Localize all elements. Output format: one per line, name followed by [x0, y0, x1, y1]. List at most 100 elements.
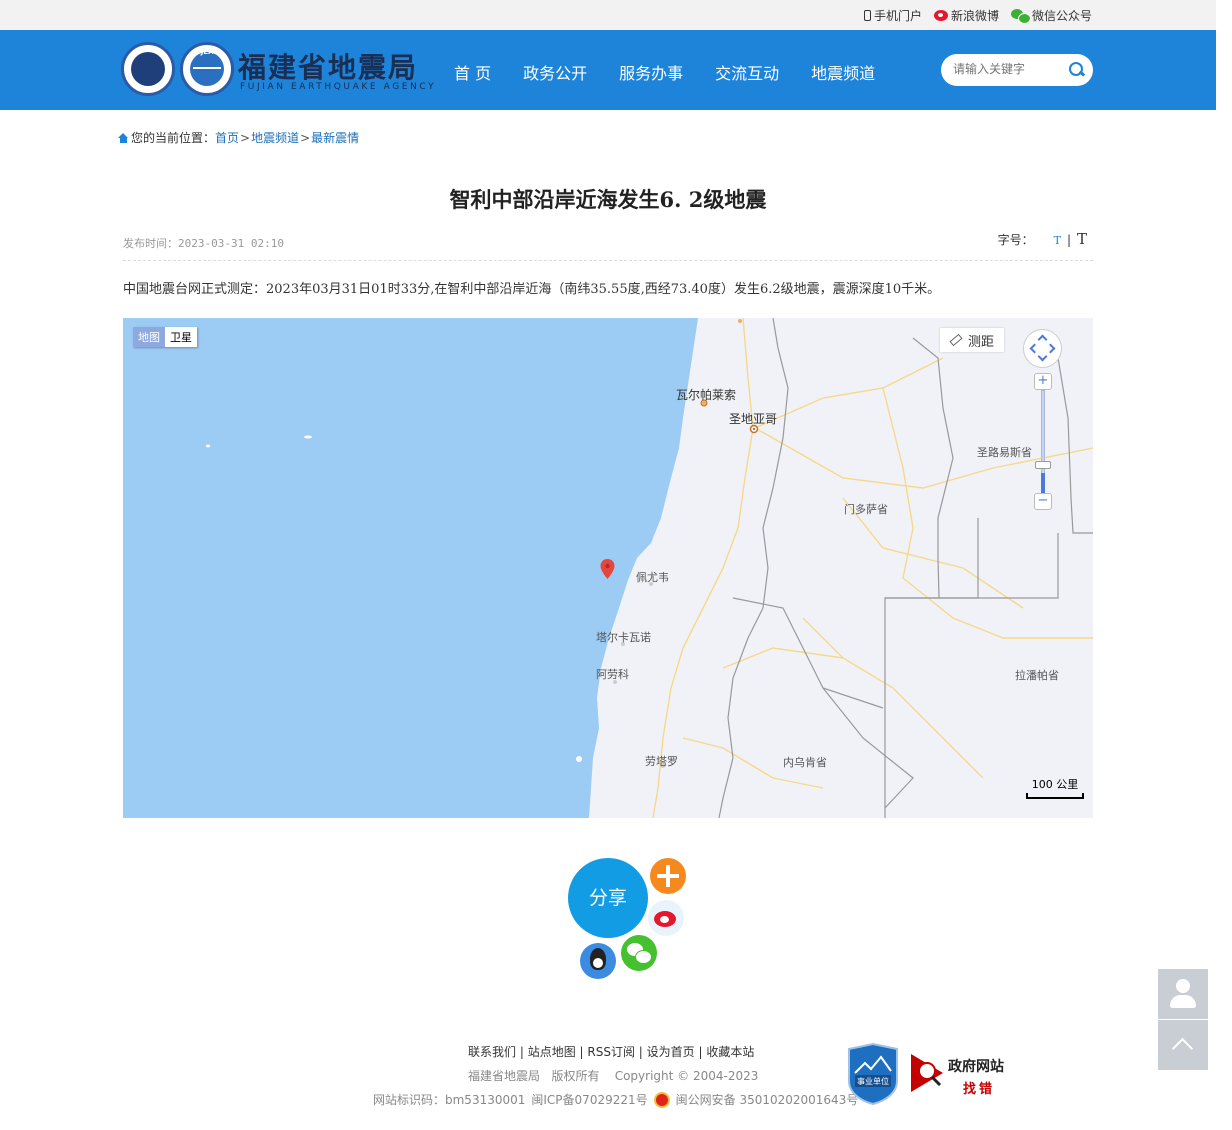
- measure-button[interactable]: 测距: [940, 328, 1004, 352]
- search-icon[interactable]: [1069, 62, 1083, 76]
- label-la-pampa: 拉潘帕省: [1015, 669, 1059, 682]
- map-scale: 100 公里: [1026, 776, 1084, 799]
- mobile-portal-label: 手机门户: [873, 9, 922, 23]
- font-big-button[interactable]: T: [1077, 230, 1087, 248]
- phone-icon: [863, 10, 871, 21]
- public-institution-badge[interactable]: 事业单位: [847, 1043, 899, 1105]
- pan-left-icon[interactable]: [1029, 343, 1040, 354]
- label-san-luis: 圣路易斯省: [977, 446, 1032, 459]
- breadcrumb-latest-quakes[interactable]: 最新震情: [311, 129, 359, 146]
- footer-links: 联系我们 | 站点地图 | RSS订阅 | 设为首页 | 收藏本站: [468, 1045, 755, 1059]
- mobile-portal-link[interactable]: 手机门户: [863, 7, 922, 24]
- wechat-label: 微信公众号: [1031, 9, 1092, 23]
- pan-control[interactable]: [1023, 329, 1062, 368]
- article-body: 中国地震台网正式测定：2023年03月31日01时33分,在智利中部沿岸近海（南…: [123, 282, 941, 297]
- weibo-label: 新浪微博: [950, 9, 999, 23]
- article-title: 智利中部沿岸近海发生6. 2级地震: [449, 187, 767, 212]
- police-badge-icon: [653, 1091, 670, 1108]
- share-more-icon[interactable]: [650, 858, 686, 894]
- gov-title: 政府网站: [948, 1059, 1004, 1075]
- map-type-satellite[interactable]: 卫星: [165, 327, 197, 347]
- seal-inner: [190, 52, 224, 86]
- zoom-control: + −: [1034, 373, 1052, 513]
- nav-government-affairs[interactable]: 政务公开: [523, 60, 587, 84]
- pan-up-icon[interactable]: [1037, 334, 1048, 345]
- label-pelluhue: 佩尤韦: [636, 571, 669, 584]
- label-mendoza: 门多萨省: [844, 503, 888, 516]
- label-santiago: 圣地亚哥: [729, 412, 778, 426]
- zoom-slider-handle[interactable]: [1035, 461, 1051, 469]
- measure-label: 测距: [968, 334, 995, 350]
- home-icon: [118, 132, 129, 143]
- fjea-badge-text: FJEA: [196, 48, 214, 56]
- gov-error-report-badge[interactable]: 政府网站 找错: [911, 1052, 1011, 1097]
- share-wechat-icon[interactable]: [621, 935, 657, 971]
- share-qq-icon[interactable]: [580, 943, 616, 979]
- seismic-wave-icon: [193, 67, 221, 69]
- search-input[interactable]: [953, 62, 1063, 76]
- footer-link-set-home[interactable]: 设为首页: [647, 1045, 695, 1059]
- publish-date: 发布时间：2023-03-31 02:10: [123, 237, 284, 250]
- site-id: 网站标识码：bm53130001: [373, 1093, 526, 1107]
- breadcrumb-prefix: 您的当前位置：: [131, 131, 216, 145]
- label-neuquen: 内乌肯省: [783, 756, 827, 769]
- footer-registration: 网站标识码：bm53130001 闽ICP备07029221号 闽公网安备 35…: [373, 1091, 858, 1108]
- main-nav: 首 页 政务公开 服务办事 交流互动 地震频道: [454, 60, 907, 84]
- nav-home[interactable]: 首 页: [454, 60, 491, 84]
- nav-earthquake-channel[interactable]: 地震频道: [811, 60, 875, 84]
- fjea-seal-logo[interactable]: FJEA: [180, 42, 234, 96]
- font-size-control: 字号： T | T: [998, 230, 1087, 248]
- share-button[interactable]: 分享: [568, 858, 648, 938]
- zoom-in-button[interactable]: +: [1034, 373, 1052, 390]
- epicenter-marker-icon[interactable]: [600, 559, 615, 579]
- emblem-inner: [131, 52, 165, 86]
- breadcrumb-separator: >: [240, 130, 251, 145]
- breadcrumb-home[interactable]: 首页: [215, 129, 239, 146]
- user-icon[interactable]: [1158, 969, 1208, 1019]
- pan-right-icon[interactable]: [1045, 343, 1056, 354]
- gov-sub: 找错: [963, 1082, 996, 1097]
- footer-copyright: 福建省地震局 版权所有 Copyright © 2004-2023: [468, 1069, 759, 1083]
- breadcrumb: 您的当前位置： 首页 > 地震频道 > 最新震情: [118, 129, 359, 146]
- weibo-icon: [933, 10, 948, 21]
- article-meta: 发布时间：2023-03-31 02:10 字号： T | T: [123, 230, 1093, 261]
- nav-interaction[interactable]: 交流互动: [715, 60, 779, 84]
- pan-down-icon[interactable]: [1037, 351, 1048, 362]
- search-box: [941, 54, 1093, 86]
- share-weibo-icon[interactable]: [648, 900, 684, 936]
- earthquake-map[interactable]: 瓦尔帕莱索 圣地亚哥 圣路易斯省 门多萨省 佩尤韦 塔尔卡瓦诺 阿劳科 劳塔罗 …: [123, 318, 1093, 818]
- label-lautaro: 劳塔罗: [645, 755, 678, 768]
- breadcrumb-separator: >: [300, 130, 311, 145]
- label-valparaiso: 瓦尔帕莱索: [676, 388, 737, 402]
- footer-link-contact[interactable]: 联系我们: [468, 1045, 516, 1059]
- site-title[interactable]: 福建省地震局: [238, 46, 418, 86]
- national-emblem-logo[interactable]: [121, 42, 175, 96]
- wechat-link[interactable]: 微信公众号: [1010, 7, 1092, 24]
- icp-record[interactable]: 闽ICP备07029221号: [531, 1091, 647, 1108]
- weibo-link[interactable]: 新浪微博: [933, 7, 999, 24]
- gov-search-icon: [911, 1054, 943, 1092]
- font-size-label: 字号：: [997, 233, 1034, 247]
- breadcrumb-earthquake-channel[interactable]: 地震频道: [251, 129, 299, 146]
- nav-services[interactable]: 服务办事: [619, 60, 683, 84]
- back-to-top-icon[interactable]: [1158, 1020, 1208, 1070]
- site-header: FJEA 福建省地震局 FUJIAN EARTHQUAKE AGENCY 首 页…: [0, 30, 1216, 110]
- font-size-separator: |: [1066, 233, 1071, 247]
- badge-shiye-text: 事业单位: [857, 1076, 889, 1086]
- footer-link-sitemap[interactable]: 站点地图: [528, 1045, 576, 1059]
- label-arauco: 阿劳科: [596, 668, 629, 681]
- wechat-icon: [1010, 9, 1031, 24]
- zoom-out-button[interactable]: −: [1034, 493, 1052, 510]
- site-subtitle: FUJIAN EARTHQUAKE AGENCY: [240, 82, 437, 92]
- ruler-icon: [949, 333, 963, 347]
- footer-link-bookmark[interactable]: 收藏本站: [706, 1045, 754, 1059]
- label-talcahuano: 塔尔卡瓦诺: [596, 631, 651, 644]
- map-type-map[interactable]: 地图: [133, 327, 165, 347]
- font-small-button[interactable]: T: [1054, 234, 1061, 247]
- footer-link-rss[interactable]: RSS订阅: [587, 1045, 635, 1059]
- scale-label: 100 公里: [1031, 778, 1079, 791]
- top-links: 手机门户 新浪微博 微信公众号: [863, 7, 1092, 24]
- police-record[interactable]: 闽公网安备 35010202001643号: [676, 1091, 859, 1108]
- scale-bar: [1026, 793, 1084, 799]
- top-bar: 手机门户 新浪微博 微信公众号: [0, 0, 1216, 30]
